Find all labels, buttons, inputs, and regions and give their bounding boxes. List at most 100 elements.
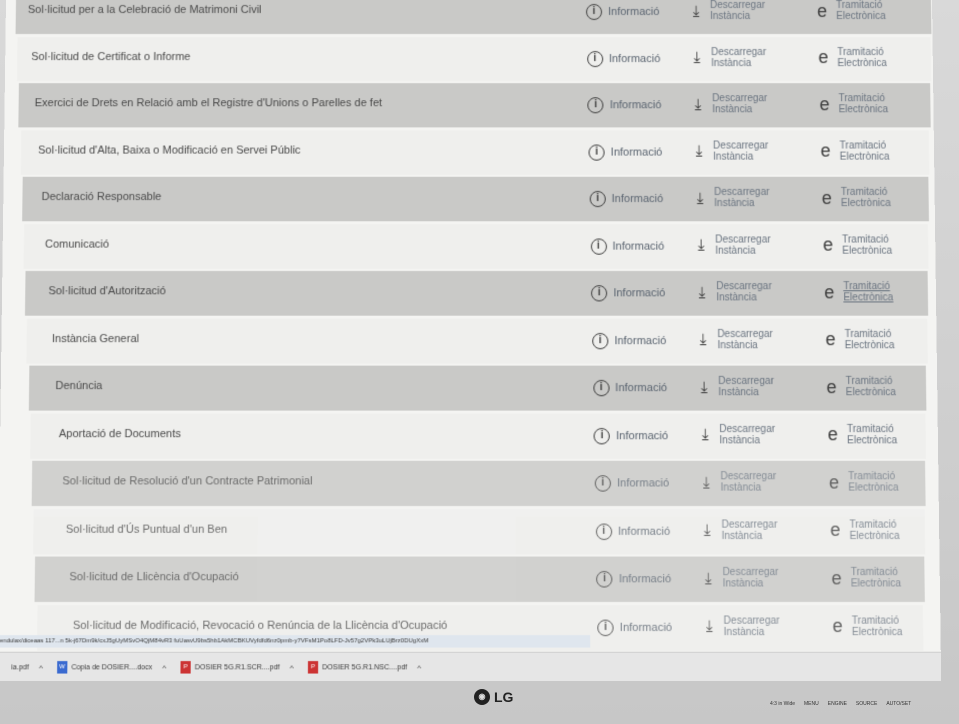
info-link[interactable]: i Informació — [592, 332, 666, 349]
download-instance-link[interactable]: ⤓ Descarregar Instància — [698, 471, 776, 494]
electronic-processing-link[interactable]: e Tramitació Electrònica — [827, 519, 900, 542]
info-label: Informació — [615, 381, 668, 395]
download-instance-link[interactable]: ⤓ Descarregar Instància — [696, 376, 774, 398]
tramit-label-2: Electrònica — [847, 434, 898, 446]
monitor-button[interactable]: MENU — [804, 701, 819, 707]
download-icon: ⤓ — [700, 378, 708, 396]
electronic-processing-link[interactable]: e Tramitació Electrònica — [815, 47, 887, 69]
tramit-label-2: Electrònica — [839, 151, 890, 163]
info-link[interactable]: i Informació — [588, 144, 663, 161]
info-link[interactable]: i Informació — [592, 379, 668, 397]
info-icon: i — [596, 570, 613, 588]
procedure-row: Denúncia i Informació ⤓ Descarregar Instància… — [28, 365, 927, 411]
tramit-label-2: Electrònica — [837, 57, 887, 69]
electronic-processing-link[interactable]: e Tramitació Electrònica — [819, 187, 891, 209]
monitor-button[interactable]: ENGINE — [828, 701, 847, 707]
info-label: Informació — [616, 429, 669, 442]
procedure-title[interactable]: Sol·licitud de Modificació, Revocació o … — [73, 619, 448, 631]
procedure-title[interactable]: Instància General — [52, 332, 139, 344]
procedure-title[interactable]: Sol·licitud d'Ús Puntual d'un Ben — [66, 523, 227, 535]
tramit-label-1: Tramitació — [844, 328, 892, 340]
monitor-button[interactable]: 4:3 in Wide — [770, 701, 795, 707]
download-instance-link[interactable]: ⤓ Descarregar Instància — [697, 423, 775, 446]
procedure-title[interactable]: Denúncia — [55, 380, 102, 392]
download-instance-link[interactable]: ⤓ Descarregar Instància — [691, 140, 769, 162]
download-label-1: Descarregar — [718, 375, 775, 388]
download-icon: ⤓ — [703, 521, 711, 540]
procedure-title[interactable]: Sol·licitud per a la Celebració de Matri… — [28, 4, 262, 16]
download-item[interactable]: P DOSIER 5G.R1.NSC....pdf ^ — [307, 661, 421, 674]
info-label: Informació — [617, 477, 670, 490]
info-link[interactable]: i Informació — [589, 190, 663, 208]
chevron-up-icon[interactable]: ^ — [162, 663, 166, 672]
electronic-processing-link[interactable]: e Tramitació Electrònica — [816, 93, 888, 115]
chevron-up-icon[interactable]: ^ — [290, 663, 294, 672]
download-instance-link[interactable]: ⤓ Descarregar Instància — [688, 0, 765, 22]
download-instance-link[interactable]: ⤓ Descarregar Instància — [693, 234, 771, 256]
electronic-processing-link[interactable]: e Tramitació Electrònica — [822, 328, 894, 350]
download-instance-link[interactable]: ⤓ Descarregar Instància — [692, 187, 770, 209]
info-link[interactable]: i Informació — [595, 523, 671, 540]
download-label-1: Descarregar — [722, 566, 779, 579]
procedure-title[interactable]: Sol·licitud de Llicència d'Ocupació — [69, 571, 239, 583]
download-item[interactable]: W Copia de DOSIER....docx ^ — [56, 661, 166, 674]
electronic-processing-link[interactable]: e Tramitació Electrònica — [826, 471, 899, 494]
electronic-processing-link[interactable]: e Tramitació Electrònica — [823, 376, 896, 398]
procedure-row: Comunicació i Informació ⤓ Descarregar Instàn… — [23, 223, 929, 269]
info-link[interactable]: i Informació — [586, 3, 659, 20]
procedure-row: Sol·licitud de Llicència d'Ocupació i Info… — [34, 556, 925, 603]
electronic-processing-link[interactable]: e Tramitació Electrònica — [821, 281, 893, 303]
tramit-label-2: Electrònica — [849, 530, 900, 542]
chevron-up-icon[interactable]: ^ — [417, 663, 421, 672]
electronic-processing-link[interactable]: e Tramitació Electrònica — [820, 234, 892, 256]
tramit-label-2: Electrònica — [842, 245, 893, 257]
tramit-label-1: Tramitació — [845, 375, 893, 388]
procedure-row: Sol·licitud de Resolució d'un Contracte … — [31, 460, 926, 507]
procedure-title[interactable]: Aportació de Documents — [59, 427, 181, 439]
download-item[interactable]: ia.pdf ^ — [11, 663, 43, 672]
download-instance-link[interactable]: ⤓ Descarregar Instància — [695, 328, 773, 350]
download-label-2: Instància — [722, 578, 764, 590]
info-link[interactable]: i Informació — [586, 50, 661, 67]
download-instance-link[interactable]: ⤓ Descarregar Instància — [700, 567, 779, 590]
procedure-title[interactable]: Sol·licitud d'Alta, Baixa o Modificació … — [38, 144, 301, 156]
info-link[interactable]: i Informació — [597, 619, 672, 636]
procedure-title[interactable]: Sol·licitud d'Autorització — [48, 285, 166, 297]
download-label-1: Descarregar — [715, 233, 771, 246]
download-instance-link[interactable]: ⤓ Descarregar Instància — [701, 615, 780, 638]
chevron-up-icon[interactable]: ^ — [39, 663, 43, 672]
download-label-2: Instància — [715, 245, 756, 257]
electronic-processing-link[interactable]: e Tramitació Electrònica — [818, 140, 890, 162]
electronic-processing-link[interactable]: e Tramitació Electrònica — [825, 423, 898, 446]
electronic-processing-link[interactable]: e Tramitació Electrònica — [829, 615, 902, 638]
download-instance-link[interactable]: ⤓ Descarregar Instància — [690, 93, 768, 115]
download-label: DOSIER 5G.R1.NSC....pdf — [322, 663, 408, 671]
download-instance-link[interactable]: ⤓ Descarregar Instància — [694, 281, 772, 303]
pdf-file-icon: P — [180, 661, 191, 674]
procedure-title[interactable]: Exercici de Drets en Relació amb el Regi… — [35, 97, 382, 109]
procedure-title[interactable]: Comunicació — [45, 238, 109, 250]
procedure-title[interactable]: Declaració Responsable — [41, 191, 161, 203]
monitor-button[interactable]: AUTO/SET — [886, 701, 911, 707]
procedure-title[interactable]: Sol·licitud de Resolució d'un Contracte … — [62, 475, 312, 487]
info-link[interactable]: i Informació — [593, 427, 669, 444]
electronic-processing-link[interactable]: e Tramitació Electrònica — [828, 567, 901, 590]
info-link[interactable]: i Informació — [594, 475, 670, 492]
monitor-button[interactable]: SOURCE — [856, 701, 877, 707]
download-icon: ⤓ — [695, 142, 703, 160]
procedure-title[interactable]: Sol·licitud de Certificat o Informe — [31, 51, 190, 63]
electronic-processing-link[interactable]: e Tramitació Electrònica — [814, 0, 886, 22]
e-icon: e — [827, 423, 839, 445]
download-label-2: Instància — [710, 10, 751, 23]
download-instance-link[interactable]: ⤓ Descarregar Instància — [699, 519, 778, 542]
info-link[interactable]: i Informació — [587, 97, 662, 114]
info-link[interactable]: i Informació — [591, 285, 665, 302]
download-icon: ⤓ — [693, 49, 701, 67]
lg-logo-icon: ◉ — [474, 689, 490, 705]
info-link[interactable]: i Informació — [596, 570, 671, 588]
download-item[interactable]: P DOSIER 5G.R1.SCR....pdf ^ — [180, 661, 294, 674]
info-link[interactable]: i Informació — [590, 237, 664, 255]
download-label: Copia de DOSIER....docx — [71, 663, 153, 671]
download-icon: ⤓ — [692, 2, 700, 20]
download-instance-link[interactable]: ⤓ Descarregar Instància — [689, 47, 767, 69]
